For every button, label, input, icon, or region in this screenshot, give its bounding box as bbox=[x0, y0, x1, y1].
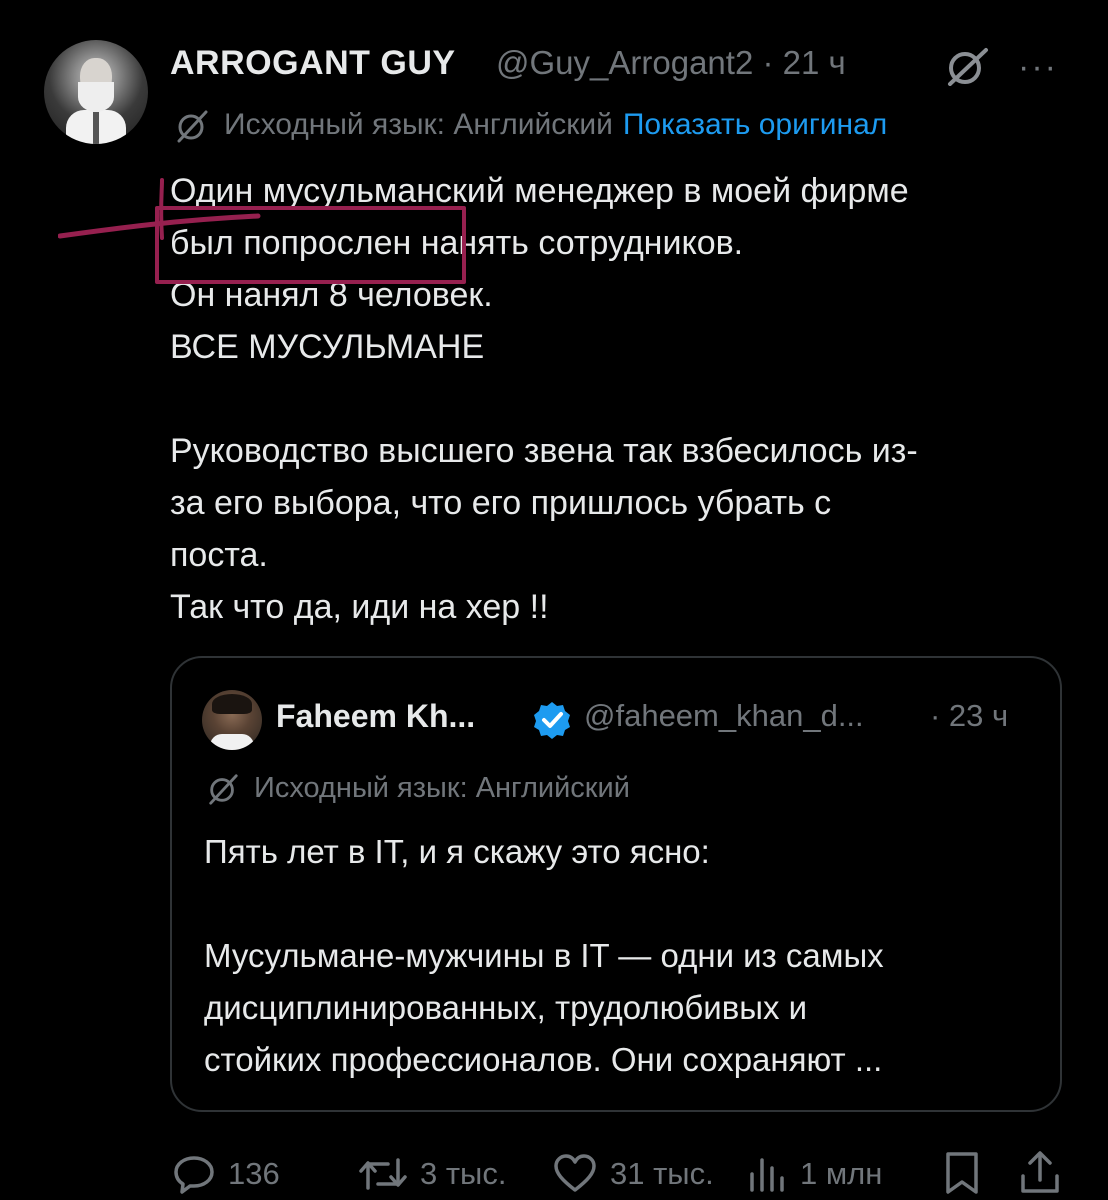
repost-count: 3 тыс. bbox=[420, 1156, 507, 1191]
grok-icon[interactable] bbox=[944, 46, 990, 86]
author-name[interactable]: ARROGANT GUY bbox=[170, 44, 456, 83]
verified-badge-icon bbox=[534, 702, 570, 739]
annotation-highlight-box bbox=[155, 206, 466, 284]
quoted-translation-row: Исходный язык: Английский bbox=[206, 772, 630, 806]
like-count: 31 тыс. bbox=[610, 1156, 714, 1191]
quoted-author-handle: @faheem_khan_d... bbox=[584, 698, 864, 733]
more-options-icon[interactable]: ··· bbox=[1018, 48, 1058, 87]
author-handle-time[interactable]: @Guy_Arrogant2 · 21 ч bbox=[496, 44, 846, 82]
quoted-author-avatar bbox=[202, 690, 262, 750]
translate-icon bbox=[177, 110, 208, 143]
views-button[interactable]: 1 млн bbox=[748, 1150, 882, 1198]
like-button[interactable]: 31 тыс. bbox=[552, 1150, 714, 1198]
heart-icon bbox=[554, 1154, 596, 1192]
translation-label: Исходный язык: Английский bbox=[224, 108, 613, 141]
quoted-tweet-body: Пять лет в IT, и я скажу это ясно: Мусул… bbox=[204, 833, 884, 1078]
views-count: 1 млн bbox=[800, 1156, 883, 1191]
translate-icon bbox=[209, 774, 238, 805]
quoted-tweet-time: · 23 ч bbox=[930, 698, 1009, 733]
quoted-translation-label: Исходный язык: Английский bbox=[254, 772, 630, 804]
share-icon[interactable] bbox=[1018, 1148, 1062, 1196]
author-avatar[interactable] bbox=[44, 40, 148, 144]
repost-button[interactable]: 3 тыс. bbox=[358, 1150, 506, 1198]
quoted-author-name: Faheem Kh... bbox=[276, 698, 476, 734]
reply-button[interactable]: 136 bbox=[172, 1150, 280, 1198]
bookmark-icon[interactable] bbox=[942, 1150, 982, 1196]
show-original-link[interactable]: Показать оригинал bbox=[623, 108, 887, 141]
reply-icon bbox=[174, 1156, 214, 1194]
views-bar-chart-icon bbox=[750, 1158, 784, 1192]
repost-icon bbox=[359, 1158, 407, 1190]
translation-row: Исходный язык: Английский Показать оригин… bbox=[174, 108, 887, 148]
reply-count: 136 bbox=[228, 1156, 280, 1191]
